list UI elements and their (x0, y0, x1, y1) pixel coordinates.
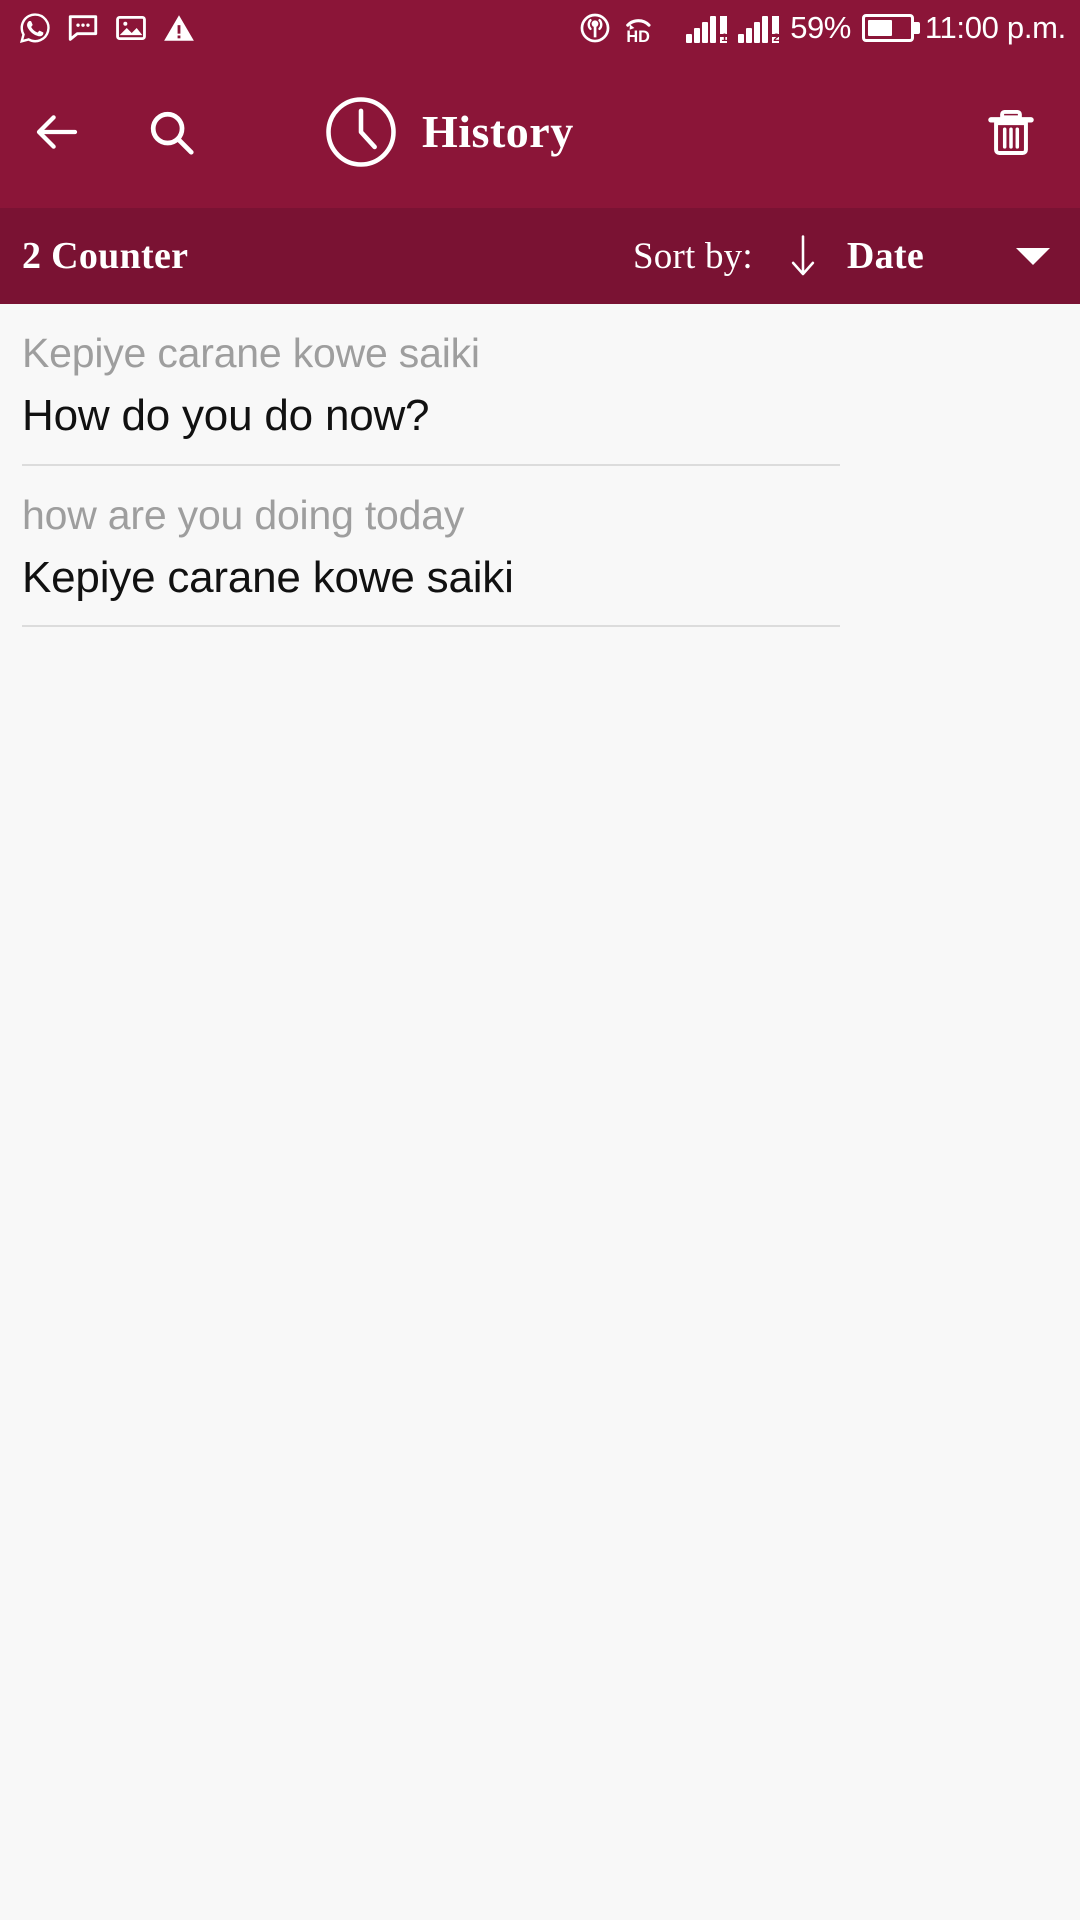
sim1-label: 1 (721, 31, 728, 44)
history-screen: HD 1 2 59% 11:00 p.m. History 2 Counter … (0, 0, 1080, 1920)
clock-icon (322, 93, 400, 171)
history-target-text: How do you do now? (22, 391, 430, 441)
battery-percentage: 59% (790, 10, 851, 45)
page-title: History (422, 106, 574, 157)
chevron-down-icon[interactable] (1016, 247, 1050, 265)
history-source-text: how are you doing today (22, 491, 465, 538)
sort-control[interactable]: Sort by: Date (633, 233, 1050, 279)
sim2-label: 2 (773, 31, 780, 44)
history-target-text: Kepiye carane kowe saiki (22, 552, 514, 602)
back-button[interactable] (18, 93, 96, 171)
whatsapp-icon (18, 11, 52, 45)
hotspot-icon (578, 11, 612, 45)
history-source-text: Kepiye carane kowe saiki (22, 330, 480, 376)
sort-direction-down-icon[interactable] (785, 233, 821, 279)
search-icon[interactable] (132, 93, 210, 171)
status-bar-notification-icons (18, 11, 196, 45)
app-toolbar: History (0, 55, 1080, 208)
sort-by-label: Sort by: (633, 235, 753, 277)
warning-icon (162, 11, 196, 45)
battery-icon (861, 13, 914, 42)
status-bar: HD 1 2 59% 11:00 p.m. (0, 0, 1080, 55)
status-bar-time: 11:00 p.m. (924, 10, 1066, 45)
toolbar-title-group: History (322, 93, 574, 171)
status-bar-system-icons: HD 1 2 59% 11:00 p.m. (578, 11, 1066, 45)
sort-bar: 2 Counter Sort by: Date (0, 208, 1080, 304)
delete-icon[interactable] (972, 93, 1050, 171)
list-item[interactable]: Kepiye carane kowe saiki How do you do n… (0, 304, 1080, 466)
signal-bars-sim2-icon: 2 (738, 13, 780, 44)
sort-selected-value[interactable]: Date (847, 234, 924, 278)
image-icon (114, 11, 148, 45)
signal-bars-sim1-icon: 1 (686, 13, 728, 44)
list-divider (22, 625, 840, 628)
svg-text:HD: HD (627, 28, 651, 45)
message-icon (66, 11, 100, 45)
history-list[interactable]: Kepiye carane kowe saiki How do you do n… (0, 304, 1080, 1920)
history-counter: 2 Counter (22, 235, 189, 277)
hd-call-icon: HD (623, 11, 675, 45)
list-item[interactable]: how are you doing today Kepiye carane ko… (0, 466, 1080, 628)
